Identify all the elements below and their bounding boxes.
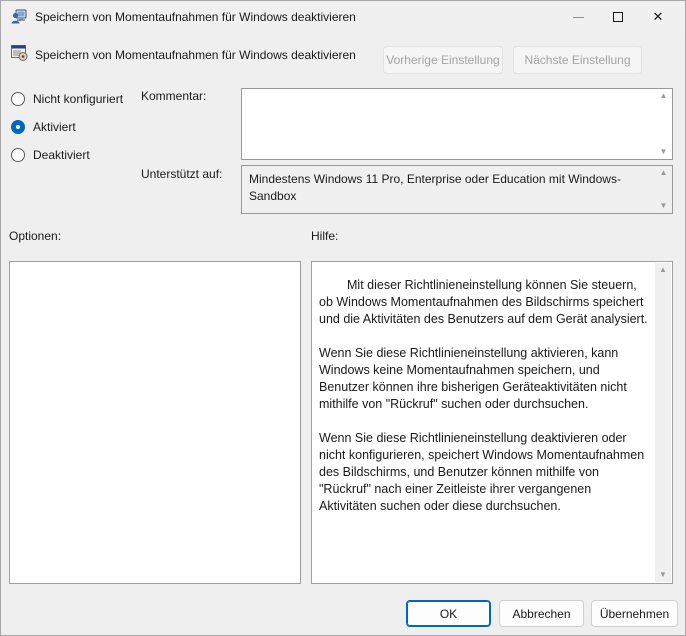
scroll-down-icon[interactable]: ▼: [656, 146, 671, 158]
scroll-up-icon[interactable]: ▲: [656, 90, 671, 102]
minimize-button[interactable]: [558, 1, 598, 33]
policy-setting-dialog: Speichern von Momentaufnahmen für Window…: [0, 0, 686, 636]
radio-disabled-label: Deaktiviert: [33, 148, 90, 162]
window-title: Speichern von Momentaufnahmen für Window…: [35, 10, 356, 24]
group-policy-user-icon: [11, 9, 27, 25]
help-paragraph: Wenn Sie diese Richtlinieneinstellung ak…: [319, 345, 649, 413]
help-scrollbar[interactable]: ▲ ▼: [655, 263, 671, 582]
ok-button[interactable]: OK: [406, 600, 491, 627]
comment-box: ▲ ▼: [241, 88, 673, 160]
help-paragraph: Wenn Sie diese Richtlinieneinstellung de…: [319, 430, 649, 515]
supported-on-value: Mindestens Windows 11 Pro, Enterprise od…: [249, 171, 650, 205]
comment-scrollbar[interactable]: ▲ ▼: [656, 90, 671, 158]
maximize-icon: [613, 12, 623, 22]
next-setting-button[interactable]: Nächste Einstellung: [513, 46, 642, 74]
policy-title: Speichern von Momentaufnahmen für Window…: [35, 48, 356, 62]
minimize-icon: [573, 17, 584, 18]
comment-label: Kommentar:: [141, 89, 206, 103]
options-label: Optionen:: [9, 229, 61, 243]
help-panel: Mit dieser Richtlinieneinstellung können…: [311, 261, 673, 584]
supported-scrollbar[interactable]: ▲ ▼: [656, 167, 671, 212]
scroll-up-icon[interactable]: ▲: [656, 167, 671, 179]
supported-on-box: Mindestens Windows 11 Pro, Enterprise od…: [241, 165, 673, 214]
comment-input[interactable]: [242, 89, 656, 159]
close-button[interactable]: ✕: [638, 1, 678, 33]
help-text: Mit dieser Richtlinieneinstellung können…: [312, 262, 655, 583]
radio-circle-icon: [11, 92, 25, 106]
policy-setting-icon: [11, 45, 28, 62]
radio-circle-icon: [11, 148, 25, 162]
radio-not-configured-label: Nicht konfiguriert: [33, 92, 123, 106]
radio-enabled[interactable]: Aktiviert: [11, 120, 76, 134]
supported-on-label: Unterstützt auf:: [141, 167, 222, 181]
scroll-up-icon[interactable]: ▲: [655, 263, 671, 277]
help-paragraph: Mit dieser Richtlinieneinstellung können…: [319, 277, 649, 328]
radio-circle-icon: [11, 120, 25, 134]
scroll-down-icon[interactable]: ▼: [655, 568, 671, 582]
options-panel: [9, 261, 301, 584]
close-icon: ✕: [653, 11, 664, 24]
cancel-button[interactable]: Abbrechen: [499, 600, 584, 627]
apply-button[interactable]: Übernehmen: [591, 600, 678, 627]
titlebar: Speichern von Momentaufnahmen für Window…: [1, 1, 685, 33]
help-label: Hilfe:: [311, 229, 338, 243]
previous-setting-button[interactable]: Vorherige Einstellung: [383, 46, 503, 74]
radio-disabled[interactable]: Deaktiviert: [11, 148, 90, 162]
radio-enabled-label: Aktiviert: [33, 120, 76, 134]
radio-not-configured[interactable]: Nicht konfiguriert: [11, 92, 123, 106]
scroll-down-icon[interactable]: ▼: [656, 200, 671, 212]
maximize-button[interactable]: [598, 1, 638, 33]
